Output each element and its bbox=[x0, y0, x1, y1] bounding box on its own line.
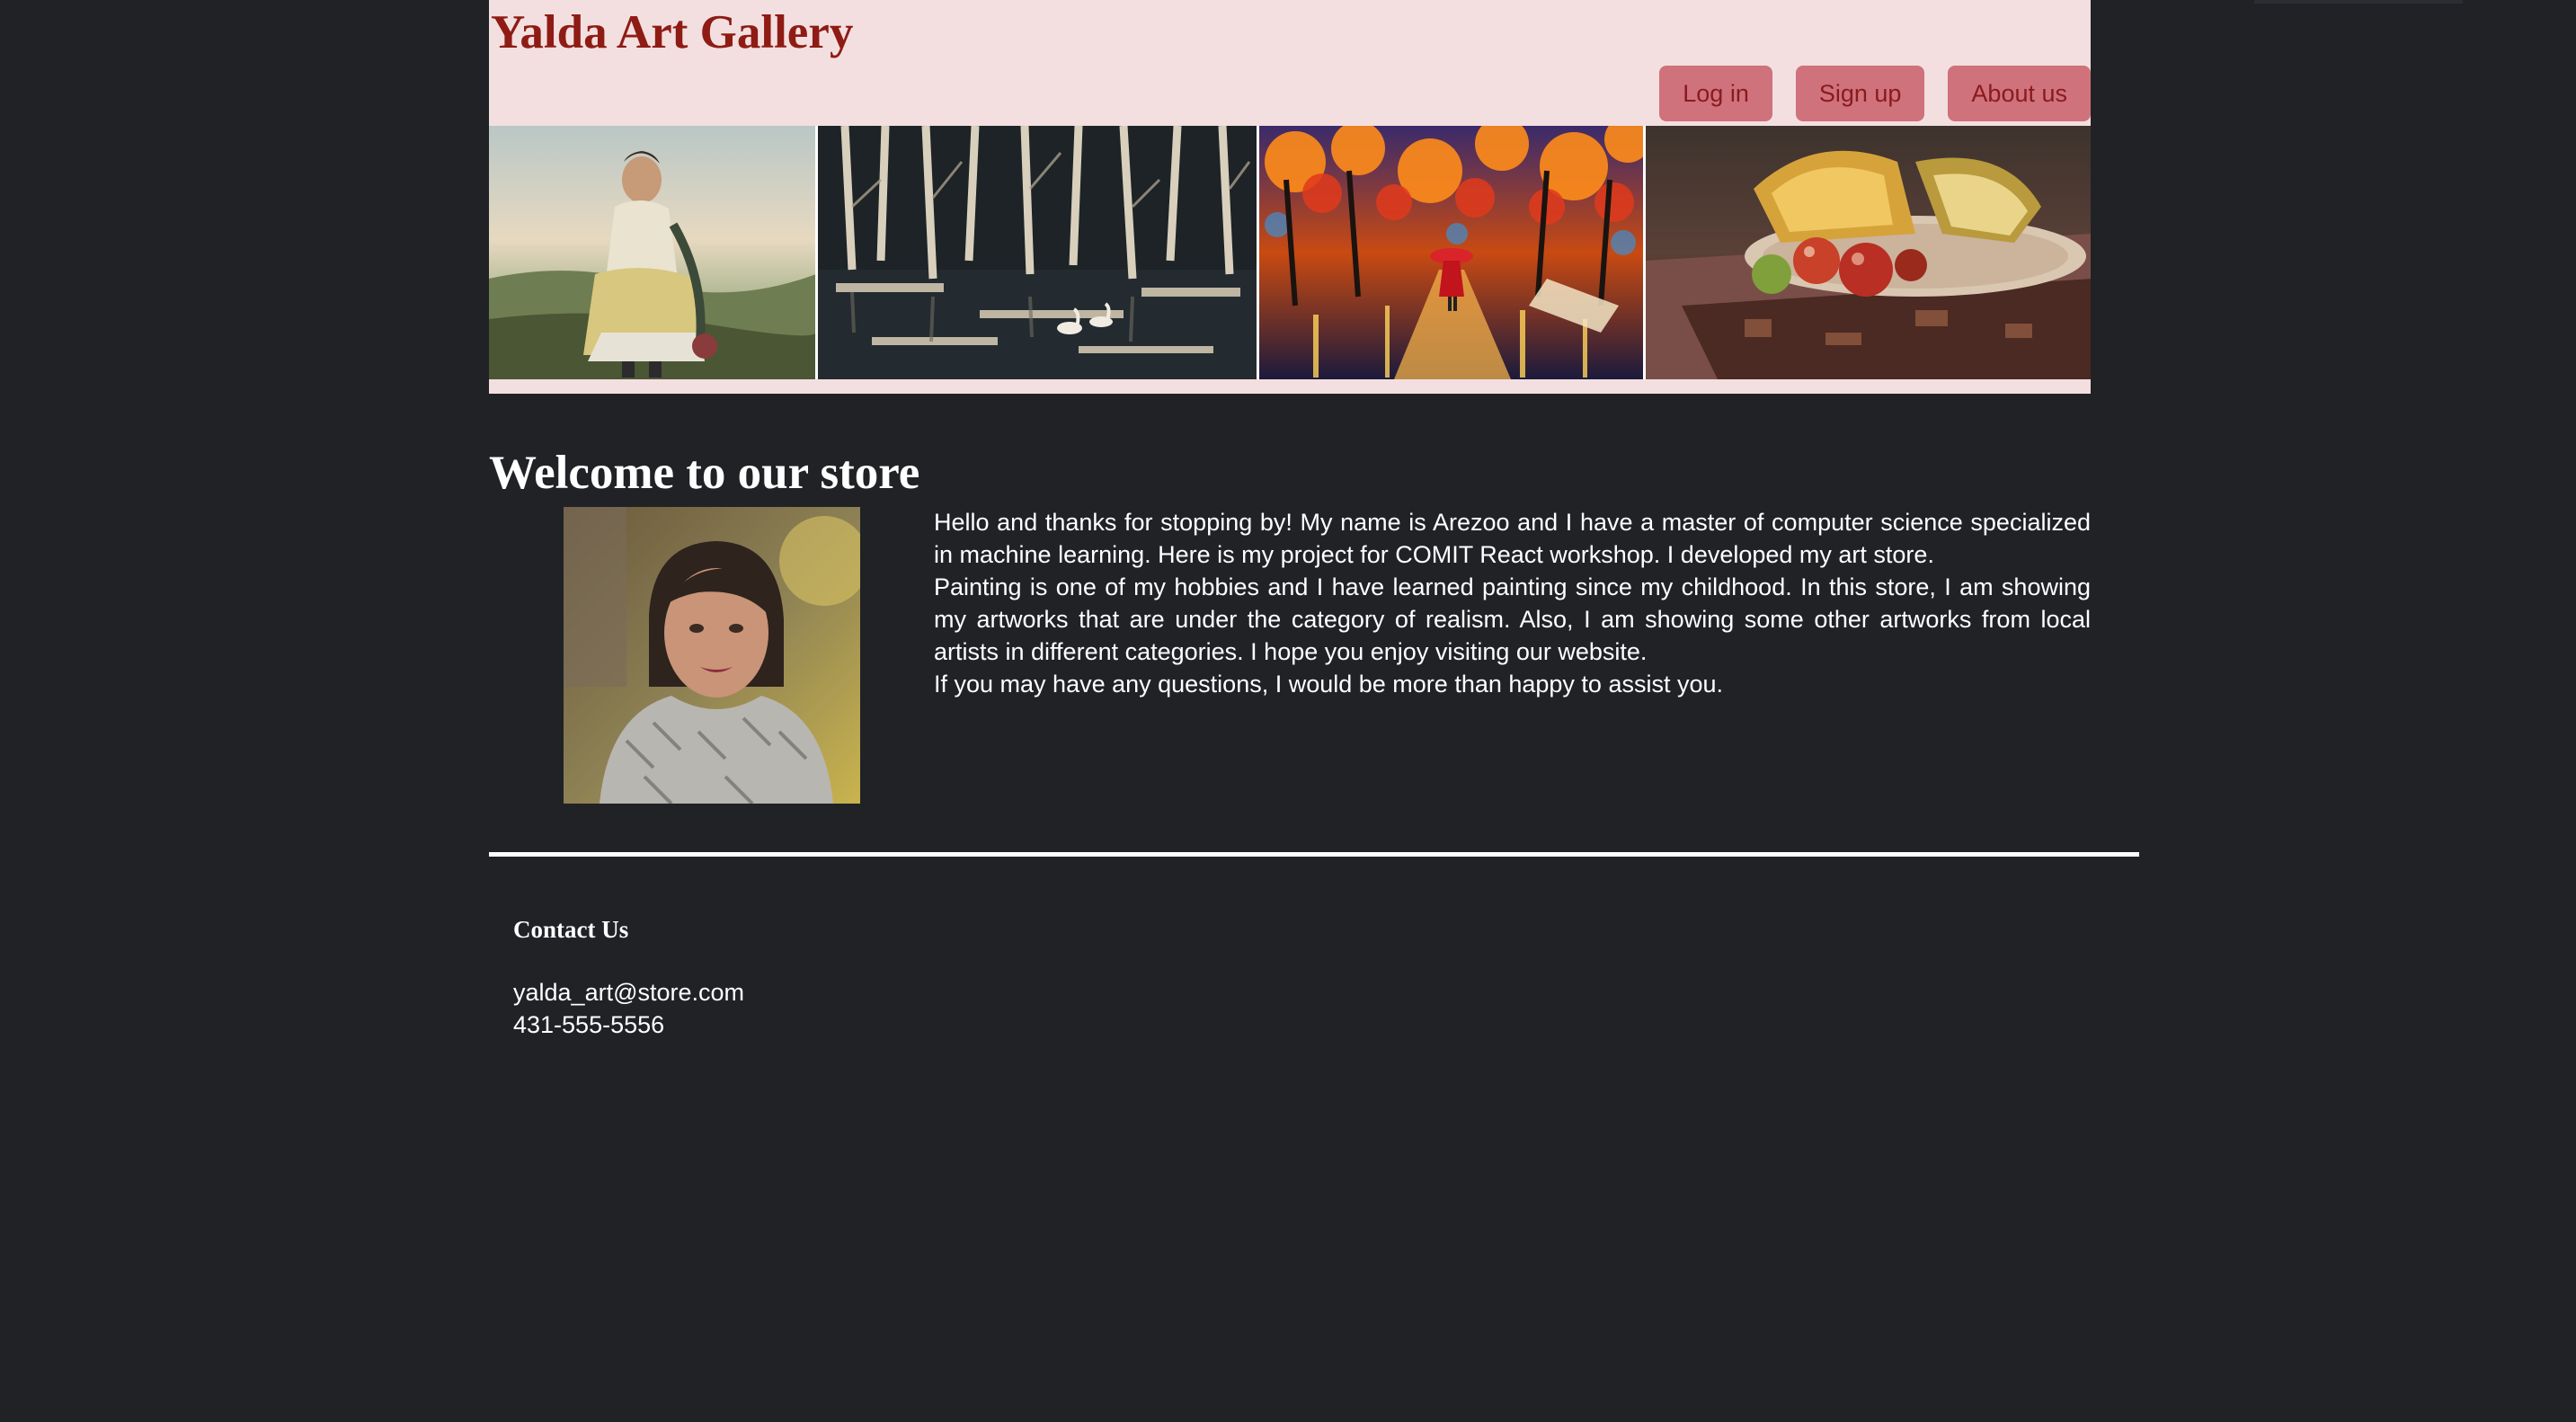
contact-details: yalda_art@store.com 431-555-5556 bbox=[513, 976, 744, 1041]
welcome-title: Welcome to our store bbox=[489, 447, 920, 499]
intro-paragraph: If you may have any questions, I would b… bbox=[934, 671, 1724, 698]
contact-phone: 431-555-5556 bbox=[513, 1011, 665, 1038]
contact-title: Contact Us bbox=[513, 916, 629, 943]
intro-paragraph: Hello and thanks for stopping by! My nam… bbox=[934, 509, 2091, 568]
painting-woman-by-sea bbox=[489, 126, 816, 379]
site-header: Yalda Art Gallery Log in Sign up About u… bbox=[489, 0, 2091, 394]
brand-title: Yalda Art Gallery bbox=[491, 6, 854, 58]
intro-text: Hello and thanks for stopping by! My nam… bbox=[934, 506, 2091, 700]
painting-fruit-still-life bbox=[1645, 126, 2091, 379]
intro-paragraph: Painting is one of my hobbies and I have… bbox=[934, 573, 2091, 665]
painting-birch-forest-swans bbox=[818, 126, 1257, 379]
page-content: Yalda Art Gallery Log in Sign up About u… bbox=[489, 0, 2091, 804]
corner-strip bbox=[2254, 0, 2463, 4]
contact-section: Contact Us yalda_art@store.com 431-555-5… bbox=[513, 913, 744, 1041]
login-button[interactable]: Log in bbox=[1659, 66, 1772, 121]
painting-rainy-autumn-street bbox=[1258, 126, 1643, 379]
signup-button[interactable]: Sign up bbox=[1795, 66, 1925, 121]
contact-email: yalda_art@store.com bbox=[513, 979, 745, 1006]
top-nav: Log in Sign up About us bbox=[1659, 66, 2091, 121]
section-divider bbox=[489, 852, 2139, 857]
painting-banner bbox=[489, 126, 2091, 379]
portrait-photo bbox=[564, 507, 860, 804]
about-us-button[interactable]: About us bbox=[1948, 66, 2091, 121]
